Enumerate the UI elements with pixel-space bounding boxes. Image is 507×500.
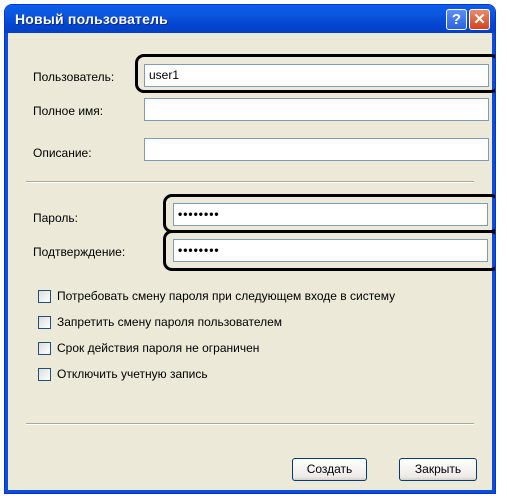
dialog-title: Новый пользователь <box>15 11 168 27</box>
option-label: Потребовать смену пароля при следующем в… <box>57 289 396 303</box>
close-icon: ✕ <box>473 11 486 28</box>
checkbox[interactable] <box>38 316 51 329</box>
description-label: Описание: <box>33 146 92 160</box>
checkbox[interactable] <box>38 342 51 355</box>
dialog-body: Пользователь: user1 Полное имя: Описание… <box>5 33 495 493</box>
help-icon: ? <box>451 11 462 28</box>
checkbox[interactable] <box>38 290 51 303</box>
fullname-field[interactable] <box>144 98 489 121</box>
username-label: Пользователь: <box>33 70 115 84</box>
option-label: Запретить смену пароля пользователем <box>57 315 283 329</box>
fullname-label: Полное имя: <box>33 104 104 118</box>
new-user-dialog: Новый пользователь ? ✕ Пользователь: use… <box>4 4 496 494</box>
close-window-button[interactable]: ✕ <box>469 9 490 30</box>
title-bar[interactable]: Новый пользователь ? ✕ <box>5 5 495 33</box>
option-label: Отключить учетную запись <box>57 367 208 381</box>
password-field[interactable]: •••••••• <box>173 203 488 226</box>
description-field[interactable] <box>144 138 489 161</box>
checkbox[interactable] <box>38 368 51 381</box>
password-label: Пароль: <box>33 211 78 225</box>
separator-bottom <box>26 423 474 425</box>
confirm-label: Подтверждение: <box>33 245 126 259</box>
help-button[interactable]: ? <box>446 9 467 30</box>
create-button[interactable]: Создать <box>292 458 367 481</box>
close-button[interactable]: Закрыть <box>399 458 477 481</box>
confirm-password-field[interactable]: •••••••• <box>173 239 488 262</box>
option-label: Срок действия пароля не ограничен <box>57 341 260 355</box>
separator-top <box>26 181 474 183</box>
username-field[interactable]: user1 <box>144 64 489 87</box>
